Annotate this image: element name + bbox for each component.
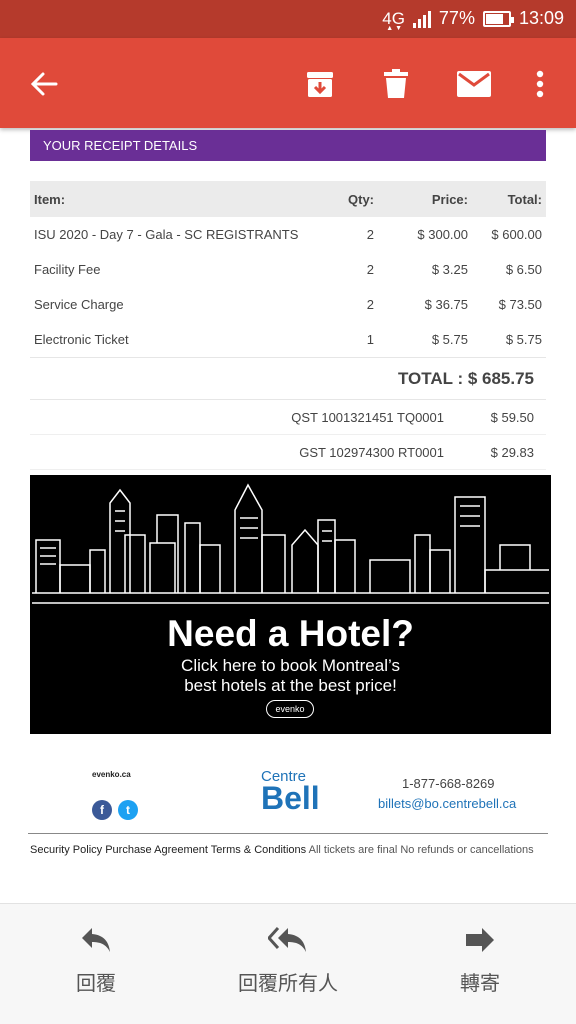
banner-line-1: Click here to book Montreal’s	[181, 656, 400, 675]
row-price: $ 300.00	[417, 227, 468, 242]
tax-value: $ 29.83	[490, 444, 534, 460]
more-vert-icon[interactable]	[520, 64, 560, 104]
banner-title: Need a Hotel?	[167, 613, 414, 654]
hotel-banner[interactable]: Need a Hotel? Click here to book Montrea…	[30, 475, 551, 734]
col-total: Total:	[507, 191, 542, 207]
col-qty: Qty:	[348, 191, 374, 207]
forward-icon	[466, 928, 494, 952]
reply-all-icon	[266, 926, 306, 952]
tickets-final-note: All tickets are final	[308, 844, 398, 856]
email-link[interactable]: billets@bo.centrebell.ca	[378, 796, 516, 811]
tax-label: QST 1001321451 TQ0001	[291, 409, 444, 425]
back-arrow-icon[interactable]	[24, 64, 64, 104]
trash-icon[interactable]	[376, 64, 416, 104]
twitter-icon[interactable]: t	[118, 800, 138, 820]
battery-icon	[482, 10, 514, 27]
table-row: Service Charge 2 $ 36.75 $ 73.50	[30, 287, 546, 322]
row-total: $ 73.50	[498, 297, 542, 312]
signal-icon	[412, 10, 431, 28]
row-total: $ 600.00	[491, 227, 542, 242]
phone-number[interactable]: 1-877-668-8269	[402, 776, 495, 791]
reply-label: 回覆	[76, 973, 116, 995]
clock: 13:09	[518, 8, 564, 28]
row-qty: 2	[366, 227, 374, 242]
total-amount: TOTAL : $ 685.75	[30, 357, 546, 400]
mail-icon[interactable]	[454, 64, 494, 104]
battery-percent: 77%	[438, 8, 475, 28]
table-header: Item: Qty: Price: Total:	[30, 181, 546, 217]
row-qty: 2	[366, 262, 374, 277]
evenko-link[interactable]: evenko.ca	[92, 770, 131, 779]
reply-all-button[interactable]: 回覆所有人	[228, 926, 348, 996]
col-price: Price:	[431, 191, 468, 207]
archive-icon[interactable]	[300, 64, 340, 104]
facebook-icon[interactable]: f	[92, 800, 112, 820]
network-indicator: 4G ▲▼	[382, 8, 405, 32]
centre-bell-logo-bottom: Bell	[261, 780, 320, 816]
row-price: $ 36.75	[424, 297, 468, 312]
row-total: $ 5.75	[505, 332, 542, 347]
banner-subtitle: Click here to book Montreal’s best hotel…	[30, 656, 551, 696]
reply-all-label: 回覆所有人	[238, 973, 338, 995]
status-bar: 4G ▲▼ 77% 13:09	[0, 0, 576, 38]
row-item: Facility Fee	[34, 262, 101, 277]
skyline-illustration	[32, 483, 549, 604]
row-price: $ 5.75	[431, 332, 468, 347]
row-qty: 2	[366, 297, 374, 312]
row-qty: 1	[366, 332, 374, 347]
no-refunds-note: No refunds or cancellations	[400, 844, 534, 856]
table-row: ISU 2020 - Day 7 - Gala - SC REGISTRANTS…	[30, 217, 546, 252]
col-item: Item:	[34, 191, 66, 207]
reply-icon	[82, 928, 110, 952]
row-item: Electronic Ticket	[34, 332, 129, 347]
forward-button[interactable]: 轉寄	[444, 926, 516, 996]
tax-value: $ 59.50	[490, 409, 534, 425]
row-item: ISU 2020 - Day 7 - Gala - SC REGISTRANTS	[34, 227, 299, 242]
tax-label: GST 102974300 RT0001	[299, 444, 444, 460]
terms-link[interactable]: Terms & Conditions	[211, 844, 306, 856]
banner-line-2: best hotels at the best price!	[184, 676, 397, 695]
row-price: $ 3.25	[431, 262, 468, 277]
bottom-action-bar: 回覆 回覆所有人 轉寄	[0, 903, 576, 1024]
footer-divider	[28, 833, 548, 834]
forward-label: 轉寄	[460, 973, 500, 995]
row-total: $ 6.50	[505, 262, 542, 277]
receipt-header: YOUR RECEIPT DETAILS	[30, 130, 546, 161]
table-row: Facility Fee 2 $ 3.25 $ 6.50	[30, 252, 546, 287]
evenko-logo: evenko	[266, 700, 314, 718]
security-policy-link[interactable]: Security Policy	[30, 844, 102, 856]
app-bar	[0, 38, 576, 128]
receipt-table: Item: Qty: Price: Total: ISU 2020 - Day …	[30, 181, 546, 470]
tax-row: QST 1001321451 TQ0001 $ 59.50	[30, 400, 546, 435]
row-item: Service Charge	[34, 297, 124, 312]
reply-button[interactable]: 回覆	[60, 926, 132, 996]
tax-row: GST 102974300 RT0001 $ 29.83	[30, 435, 546, 470]
email-body: YOUR RECEIPT DETAILS Item: Qty: Price: T…	[0, 128, 576, 903]
table-row: Electronic Ticket 1 $ 5.75 $ 5.75	[30, 322, 546, 357]
footer-links: Security Policy Purchase Agreement Terms…	[30, 844, 534, 856]
purchase-agreement-link[interactable]: Purchase Agreement	[105, 844, 208, 856]
social-links: f t	[92, 800, 138, 820]
